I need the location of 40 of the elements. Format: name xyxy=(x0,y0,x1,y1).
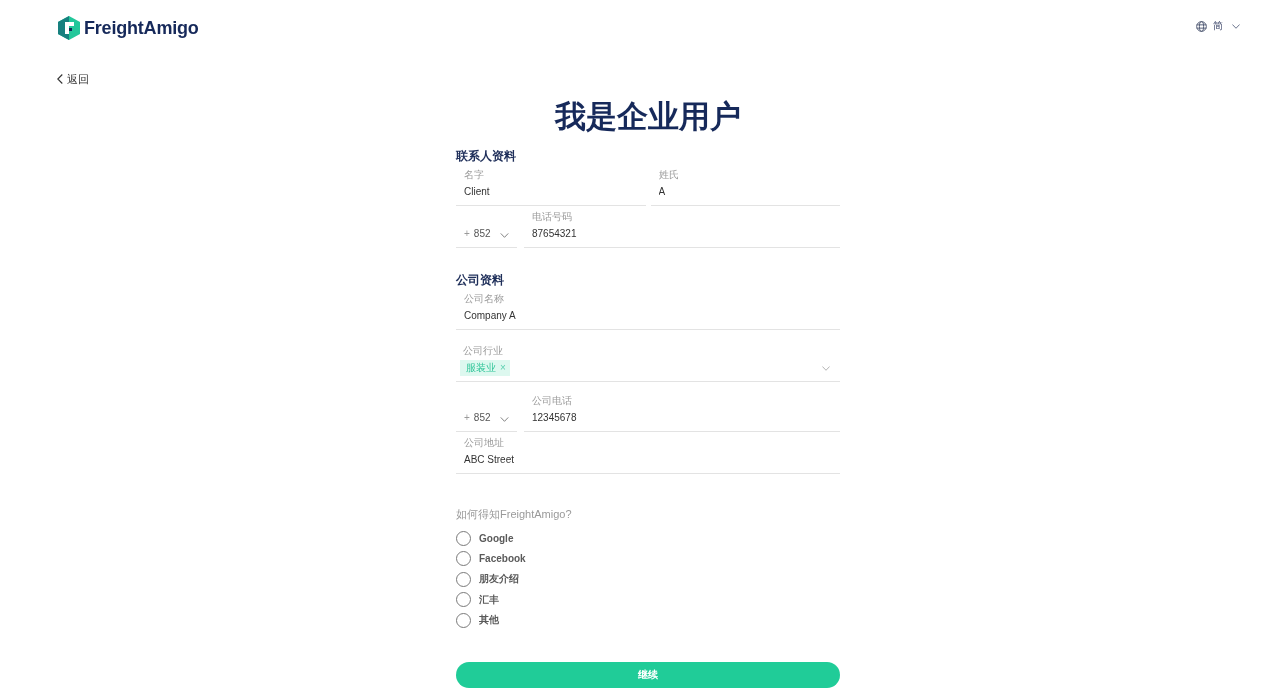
field-label: 公司地址 xyxy=(463,436,505,450)
text-input[interactable]: Client xyxy=(456,182,646,206)
field-label: 电话号码 xyxy=(531,210,573,224)
radio-label: 其他 xyxy=(479,613,499,628)
field-label: 公司行业 xyxy=(462,344,504,358)
country-code-select[interactable]: + 852 xyxy=(456,408,517,432)
radio-button[interactable] xyxy=(456,571,471,587)
radio-button[interactable] xyxy=(456,551,471,567)
globe-icon xyxy=(1196,20,1207,32)
section-heading: 联系人资料 xyxy=(456,148,517,164)
radio-label: Google xyxy=(479,532,514,544)
radio-button[interactable] xyxy=(456,612,471,628)
radio-button[interactable] xyxy=(456,530,471,546)
field-label: 名字 xyxy=(463,168,485,182)
logo-icon xyxy=(58,16,80,40)
tag-label: 服装业 xyxy=(466,361,496,375)
question-text: 如何得知FreightAmigo? xyxy=(456,507,573,522)
text-input[interactable]: Company A xyxy=(456,306,840,330)
page-title: 我是企业用户 xyxy=(553,98,742,136)
chevron-down-icon xyxy=(500,233,509,238)
chevron-down-icon xyxy=(822,365,830,371)
text-input[interactable]: ABC Street xyxy=(456,450,840,474)
section-heading: 公司资料 xyxy=(456,272,505,288)
radio-label: 朋友介绍 xyxy=(479,572,519,587)
logo-text: FreightAmigo xyxy=(84,17,199,39)
chevron-down-icon xyxy=(500,417,509,422)
chevron-left-icon xyxy=(57,74,63,84)
text-input[interactable]: 12345678 xyxy=(524,408,840,432)
radio-label: Facebook xyxy=(479,553,526,565)
field-label: 姓氏 xyxy=(657,168,680,182)
field-label: 公司电话 xyxy=(531,394,573,408)
text-input[interactable]: 87654321 xyxy=(524,224,840,248)
text-input[interactable]: A xyxy=(650,182,840,206)
chevron-down-icon xyxy=(1232,23,1240,29)
back-link[interactable]: 返回 xyxy=(57,71,89,87)
country-code-select[interactable]: + 852 xyxy=(456,224,517,248)
radio-button[interactable] xyxy=(456,592,471,608)
field-label: 公司名称 xyxy=(463,292,505,306)
language-select[interactable]: 简 xyxy=(1194,17,1242,35)
radio-label: 汇丰 xyxy=(479,592,499,607)
